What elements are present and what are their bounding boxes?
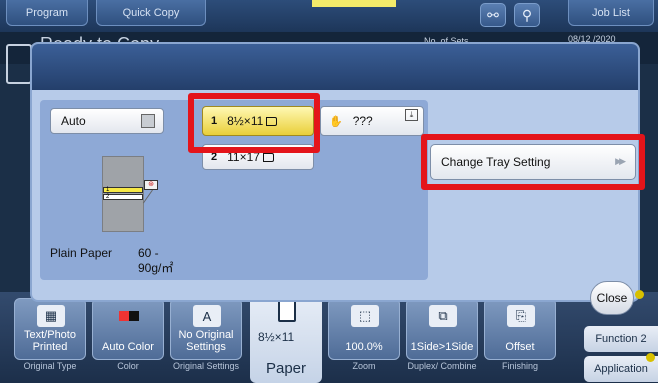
original-settings-icon: A [193,305,221,327]
auto-label: Auto [61,114,86,128]
offset-button[interactable]: ⎘ Offset [484,298,556,360]
close-indicator-dot [635,290,644,299]
close-button[interactable]: Close [590,281,634,315]
color-icon [115,305,143,327]
machine-diagram: 1 2 [102,156,144,232]
job-list-tab[interactable]: Job List [568,0,654,26]
offset-label: Offset [505,341,535,353]
zoom-caption: Zoom [352,361,376,371]
top-indicator-strip [312,0,396,7]
paper-weight-line-2: 90g/㎡ [138,261,174,275]
duplex-caption: Duplex/ Combine [407,361,477,371]
paper-type-label: Plain Paper [50,246,113,260]
duplex-icon: ⧉ [429,305,457,327]
text-photo-button[interactable]: ▦ Text/Photo Printed [14,298,86,360]
finishing-icon: ⎘ [507,305,535,327]
orientation-icon [262,152,274,162]
machine-tray-1: 1 [103,187,143,193]
paper-caption: Paper [265,360,307,377]
zoom-icon: ⬚ [351,305,379,327]
paper-weight-line-1: 60 - [138,246,159,260]
change-tray-highlight [421,134,645,190]
text-photo-label: Text/Photo Printed [24,329,76,353]
original-settings-caption: Original Settings [172,361,240,371]
link-icon[interactable]: ⚯ [480,3,506,27]
bypass-connector [142,189,153,204]
program-tab[interactable]: Program [6,0,88,26]
auto-paper-button[interactable]: Auto [50,108,164,134]
paper-weight-label: 60 - 90g/㎡ [138,246,173,276]
bypass-settings-icon: ⤓ [405,109,418,121]
hand-icon: ✋ [329,115,343,128]
zoom-button[interactable]: ⬚ 100.0% [328,298,400,360]
original-type-caption: Original Type [23,361,77,371]
color-caption: Color [117,361,139,371]
search-icon[interactable]: ⚲ [514,3,540,27]
quick-copy-tab[interactable]: Quick Copy [96,0,206,26]
application-indicator-dot [646,353,655,362]
duplex-value: 1Side>1Side [410,341,474,353]
auto-color-button[interactable]: Auto Color [92,298,164,360]
bypass-tray-button[interactable]: ✋ ??? ⤓ [320,106,424,136]
function-2-button[interactable]: Function 2 [584,326,658,352]
preview-frame-icon [6,44,32,84]
tray-1-highlight [188,93,320,153]
original-type-icon: ▦ [37,305,65,327]
dialog-header [32,44,638,90]
bypass-indicator-icon: ⊛ [144,180,158,190]
paper-button[interactable]: 8½×11 Paper [250,292,322,383]
top-bar: Program Quick Copy ⚯ ⚲ Job List [0,0,658,32]
finishing-caption: Finishing [501,361,539,371]
duplex-button[interactable]: ⧉ 1Side>1Side [406,298,478,360]
auto-checkbox [141,114,155,128]
no-original-label: No Original Settings [178,329,234,353]
machine-tray-2: 2 [103,194,143,200]
zoom-value: 100.0% [345,341,383,353]
no-original-settings-button[interactable]: A No Original Settings [170,298,242,360]
bypass-label: ??? [352,114,373,128]
auto-color-label: Auto Color [102,341,154,353]
paper-value: 8½×11 [258,330,295,344]
